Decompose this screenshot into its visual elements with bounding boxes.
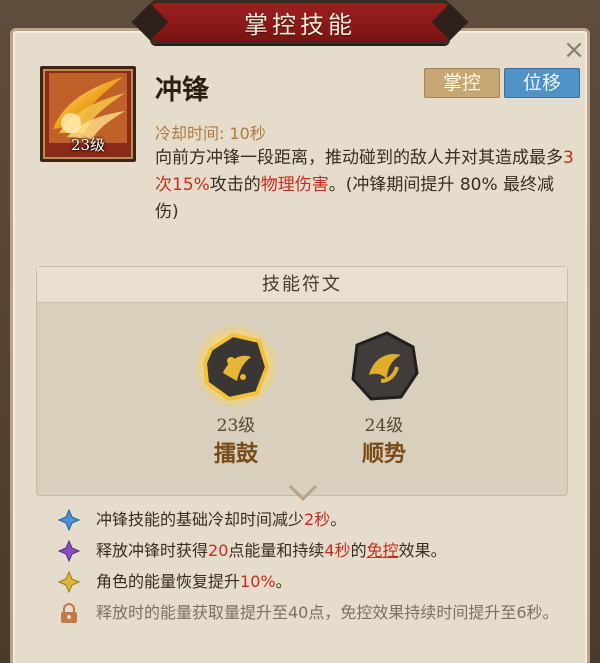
effect-part: 冲锋技能的基础冷却时间减少 [96, 510, 305, 529]
list-item: 释放冲锋时获得20点能量和持续4秒的免控效果。 [58, 539, 578, 570]
rune-level: 23级 [216, 416, 256, 436]
list-item: 角色的能量恢复提升10%。 [58, 570, 578, 601]
lock-icon [61, 603, 77, 623]
effect-part: 点能量和持续 [228, 541, 325, 560]
cc-immunity-link[interactable]: 免控 [367, 541, 399, 560]
skill-name: 冲锋 [155, 75, 209, 106]
effect-value: 20 [208, 541, 229, 560]
tag-control: 掌控 [424, 68, 500, 98]
desc-percent: 15% [172, 175, 210, 195]
rune-effects-list: 冲锋技能的基础冷却时间减少2秒。 释放冲锋时获得20点能量和持续4秒的免控效果。… [58, 508, 578, 625]
effect-part: 。 [275, 572, 292, 591]
close-icon: × [563, 35, 585, 65]
effect-value: 10% [240, 572, 276, 591]
tag-movement: 位移 [504, 68, 580, 98]
rune-stone-momentum-icon [341, 323, 427, 409]
header-banner: 掌控技能 [150, 0, 450, 44]
effect-value: 2秒 [304, 510, 331, 529]
desc-damage-type: 物理伤害 [260, 175, 329, 195]
rune-name: 擂鼓 [213, 442, 258, 467]
effect-text: 角色的能量恢复提升10%。 [96, 570, 292, 594]
desc-part: 攻击的 [209, 175, 261, 195]
effect-part: 角色的能量恢复提升 [96, 572, 241, 591]
effect-text: 释放冲锋时获得20点能量和持续4秒的免控效果。 [96, 539, 447, 563]
rune-name: 顺势 [361, 442, 406, 467]
list-item: 冲锋技能的基础冷却时间减少2秒。 [58, 508, 578, 539]
rune-stone-drum-icon [193, 323, 279, 409]
rune-level: 24级 [364, 416, 404, 436]
effect-part: 。 [330, 510, 347, 529]
purple-diamond-icon [58, 540, 80, 562]
rune-panel-title: 技能符文 [37, 267, 567, 303]
skill-level: 23级 [70, 136, 106, 154]
effect-text: 冲锋技能的基础冷却时间减少2秒。 [96, 508, 346, 532]
rune-panel: 技能符文 23级 擂鼓 24级 顺势 [36, 266, 568, 502]
skill-icon[interactable]: 23级 [40, 66, 136, 162]
page-title: 掌控技能 [244, 10, 356, 39]
effect-value: 4秒 [324, 541, 351, 560]
gold-diamond-icon [58, 571, 80, 593]
effect-part: 的 [350, 541, 367, 560]
close-button[interactable]: × [562, 35, 586, 65]
locked-effect-text: 释放时的能量获取量提升至40点，免控效果持续时间提升至6秒。 [96, 603, 559, 622]
effect-part: 释放冲锋时获得 [96, 541, 209, 560]
skill-description: 向前方冲锋一段距离，推动碰到的敌人并对其造成最多3次15%攻击的物理伤害。(冲锋… [155, 145, 575, 226]
cooldown-text: 冷却时间: 10秒 [155, 124, 266, 143]
rune-option-2[interactable]: 24级 顺势 [329, 323, 439, 468]
blue-diamond-icon [58, 509, 80, 531]
rune-option-1[interactable]: 23级 擂鼓 [181, 323, 291, 468]
desc-part: 向前方冲锋一段距离，推动碰到的敌人并对其造成最多 [155, 148, 563, 168]
charge-icon [49, 73, 127, 143]
list-item-locked: 释放时的能量获取量提升至40点，免控效果持续时间提升至6秒。 [58, 601, 578, 625]
effect-part: 效果。 [398, 541, 447, 560]
